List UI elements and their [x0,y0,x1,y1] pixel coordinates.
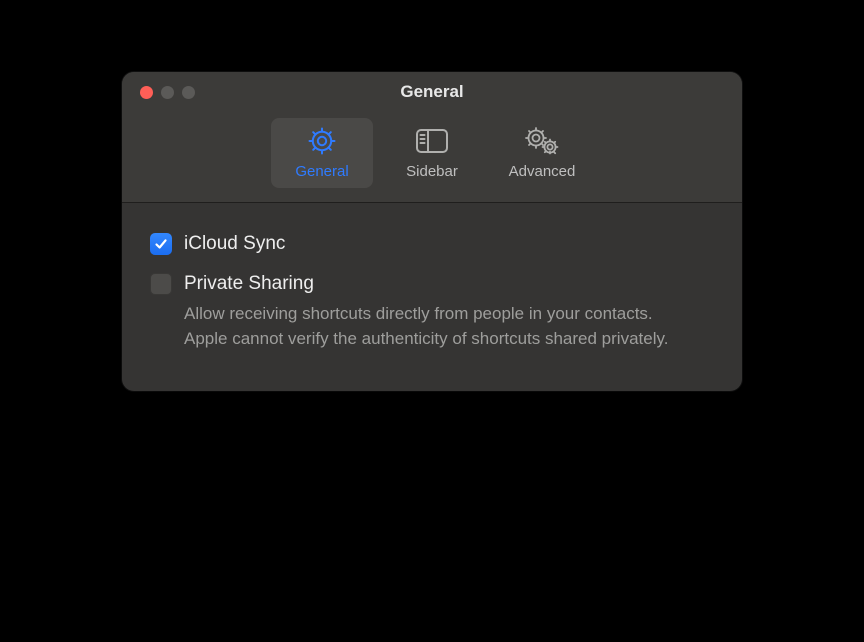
checkmark-icon [154,237,168,251]
window-title: General [122,82,742,102]
titlebar-top: General [122,72,742,112]
tab-advanced-label: Advanced [509,163,576,180]
minimize-button[interactable] [161,86,174,99]
private-sharing-row: Private Sharing [150,271,714,297]
tab-sidebar[interactable]: Sidebar [381,118,483,188]
gears-icon [524,125,560,157]
private-sharing-description: Allow receiving shortcuts directly from … [184,301,684,351]
tab-advanced[interactable]: Advanced [491,118,593,188]
sidebar-icon [415,125,449,157]
titlebar: General General [122,72,742,203]
icloud-sync-checkbox[interactable] [150,233,172,255]
icloud-sync-label: iCloud Sync [184,231,285,257]
private-sharing-label: Private Sharing [184,271,314,297]
zoom-button[interactable] [182,86,195,99]
icloud-sync-row: iCloud Sync [150,231,714,257]
gear-icon [307,125,337,157]
tab-general-label: General [295,163,348,180]
private-sharing-checkbox[interactable] [150,273,172,295]
close-button[interactable] [140,86,153,99]
toolbar: General Sidebar [122,112,742,202]
tab-sidebar-label: Sidebar [406,163,458,180]
content-pane: iCloud Sync Private Sharing Allow receiv… [122,203,742,391]
traffic-lights [122,86,195,99]
preferences-window: General General [122,72,742,391]
tab-general[interactable]: General [271,118,373,188]
